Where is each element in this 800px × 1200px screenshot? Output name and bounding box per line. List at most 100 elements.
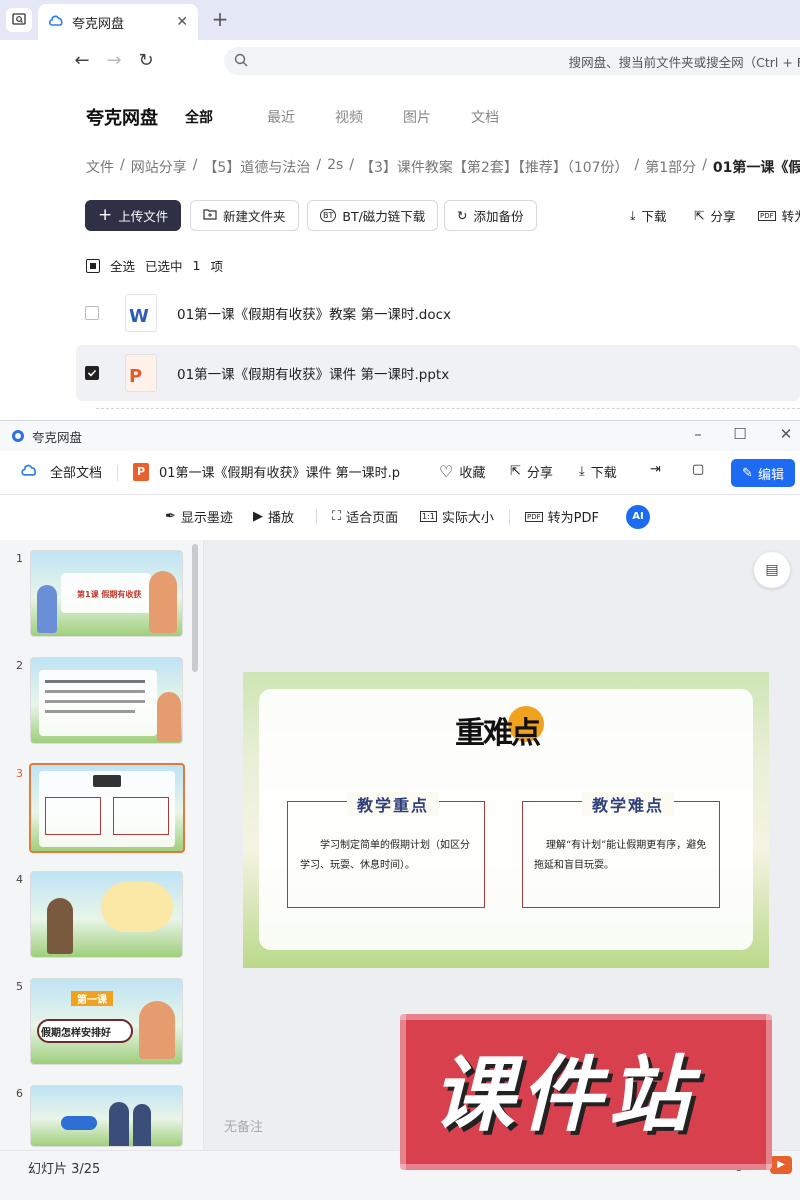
thumb-number-active: 3: [16, 767, 23, 780]
key-point-heading: 教学重点: [347, 792, 440, 816]
feather-icon: ✒: [165, 509, 176, 524]
show-ink-button[interactable]: ✒ 显示墨迹: [165, 507, 233, 526]
new-tab-button[interactable]: +: [208, 8, 232, 32]
tab-search-icon[interactable]: [6, 8, 32, 32]
tab-video[interactable]: 视频: [335, 107, 403, 127]
new-folder-button[interactable]: 新建文件夹: [190, 200, 299, 231]
url-search-input[interactable]: 搜网盘、搜当前文件夹或搜全网（Ctrl + F: [224, 47, 800, 75]
heart-icon: ♡: [439, 462, 454, 481]
file-row[interactable]: P 01第一课《假期有收获》课件 第一课时.pptx: [76, 345, 800, 401]
close-window-icon[interactable]: ✕: [776, 425, 796, 443]
favorite-button[interactable]: ♡ 收藏: [439, 462, 485, 481]
bt-icon: BT: [320, 209, 337, 222]
thumb-number: 1: [16, 552, 23, 565]
select-all-checkbox[interactable]: [86, 258, 100, 273]
slide-thumbnail[interactable]: 第1课 假期有收获: [30, 550, 183, 637]
close-tab-icon[interactable]: ✕: [176, 14, 188, 30]
pencil-icon: ✎: [742, 465, 753, 481]
file-checkbox-checked[interactable]: [85, 366, 99, 380]
viewer-share-label: 分享: [526, 466, 553, 481]
breadcrumb-item[interactable]: 网站分享: [131, 157, 187, 177]
slide-thumbnail[interactable]: [30, 1085, 183, 1147]
divider: [117, 465, 118, 481]
minimize-icon[interactable]: –: [688, 425, 708, 443]
slide-notes-toggle-icon[interactable]: ▤: [754, 552, 790, 588]
difficulty-text: 理解“有计划”能让假期更有序，避免拖延和盲目玩耍。: [534, 840, 707, 871]
tab-image[interactable]: 图片: [403, 107, 471, 127]
slide-thumbnail-active[interactable]: [29, 763, 185, 853]
back-arrow-icon[interactable]: ←: [70, 49, 94, 73]
favorite-label: 收藏: [459, 466, 486, 481]
fit-page-button[interactable]: ⛶ 适合页面: [332, 507, 398, 526]
add-backup-button[interactable]: ↻ 添加备份: [444, 200, 537, 231]
forward-arrow-icon[interactable]: →: [102, 49, 126, 73]
viewer-share-button[interactable]: ⇱ 分享: [510, 462, 553, 481]
maximize-icon[interactable]: ☐: [730, 425, 750, 443]
selected-prefix: 已选中: [145, 259, 183, 274]
play-button[interactable]: ▶ 播放: [253, 507, 294, 526]
ai-assistant-icon[interactable]: AI: [626, 505, 650, 529]
fit-page-icon: ⛶: [332, 509, 342, 524]
watermark-text: 课件站: [432, 1048, 696, 1143]
edit-button[interactable]: ✎ 编辑: [731, 459, 795, 487]
cloud-icon: [48, 14, 64, 30]
tab-recent[interactable]: 最近: [267, 107, 335, 127]
file-name[interactable]: 01第一课《假期有收获》课件 第一课时.pptx: [177, 363, 449, 383]
breadcrumb-item[interactable]: 【3】课件教案【第2套】【推荐】（107份）: [360, 157, 629, 177]
doc-title-text: 01第一课《假期有收获》课件 第一课时.p: [159, 466, 401, 481]
file-checkbox[interactable]: [85, 306, 99, 320]
download-button[interactable]: ⤓ 下载: [630, 206, 667, 225]
actual-size-icon: 1:1: [420, 511, 437, 522]
share-icon: ⇱: [694, 208, 705, 223]
ppt-file-icon: P: [125, 354, 157, 392]
thumb-caption: 假期怎样安排好: [41, 1028, 111, 1039]
edit-label: 编辑: [757, 467, 784, 483]
download-icon: ⤓: [579, 464, 585, 479]
export-icon[interactable]: ⇥: [650, 462, 661, 477]
thumb-number: 4: [16, 873, 23, 886]
convert-button[interactable]: PDF 转为: [758, 206, 800, 225]
breadcrumb-item[interactable]: 2s: [327, 157, 343, 177]
tab-all[interactable]: 全部: [185, 107, 267, 127]
watermark-stamp: 课件站: [400, 1014, 772, 1170]
actual-size-button[interactable]: 1:1 实际大小: [420, 507, 494, 526]
share-label: 分享: [710, 209, 736, 224]
slide-thumbnail[interactable]: [30, 871, 183, 958]
comment-icon[interactable]: ▢: [692, 462, 704, 477]
tab-docs[interactable]: 文档: [471, 107, 539, 127]
browser-tab[interactable]: 夸克网盘 ✕: [38, 4, 198, 40]
cloud-icon: [20, 463, 38, 480]
slideshow-play-icon[interactable]: ▶: [770, 1156, 792, 1174]
viewer-download-button[interactable]: ⤓ 下载: [579, 462, 617, 481]
select-all-label[interactable]: 全选: [110, 256, 135, 275]
upload-button[interactable]: + 上传文件: [85, 200, 182, 231]
breadcrumb-item[interactable]: 【5】道德与法治: [203, 157, 310, 177]
slide-thumbnail[interactable]: [30, 657, 183, 744]
slide-thumbnail[interactable]: 第一课 假期怎样安排好: [30, 978, 183, 1065]
breadcrumb-item[interactable]: 第1部分: [645, 157, 696, 177]
bt-label: BT/磁力链下载: [342, 209, 426, 224]
thumb-number: 6: [16, 1087, 23, 1100]
selection-row: 全选 已选中 1 项: [86, 256, 223, 275]
app-logo-icon: [12, 430, 24, 442]
word-file-icon: W: [125, 294, 157, 332]
viewer-titlebar: 夸克网盘: [0, 421, 800, 451]
thumbnail-scrollbar[interactable]: [192, 544, 198, 672]
reload-icon[interactable]: ↻: [134, 49, 158, 73]
viewer-window-title: 夸克网盘: [32, 429, 83, 445]
share-button[interactable]: ⇱ 分享: [694, 206, 736, 225]
thumb-number: 2: [16, 659, 23, 672]
search-icon: [234, 53, 248, 70]
bt-download-button[interactable]: BT BT/磁力链下载: [307, 200, 439, 231]
play-icon: ▶: [253, 509, 263, 524]
file-name[interactable]: 01第一课《假期有收获》教案 第一课时.docx: [177, 303, 451, 323]
divider: [509, 509, 510, 525]
convert-label: 转为: [781, 209, 800, 224]
file-row[interactable]: W 01第一课《假期有收获》教案 第一课时.docx: [76, 285, 800, 341]
breadcrumb-item[interactable]: 文件: [86, 157, 114, 177]
play-label: 播放: [268, 511, 295, 526]
all-docs-button[interactable]: 全部文档: [20, 462, 102, 481]
selected-unit: 项: [210, 259, 223, 274]
to-pdf-button[interactable]: PDF 转为PDF: [525, 507, 599, 526]
to-pdf-label: 转为PDF: [547, 511, 599, 526]
